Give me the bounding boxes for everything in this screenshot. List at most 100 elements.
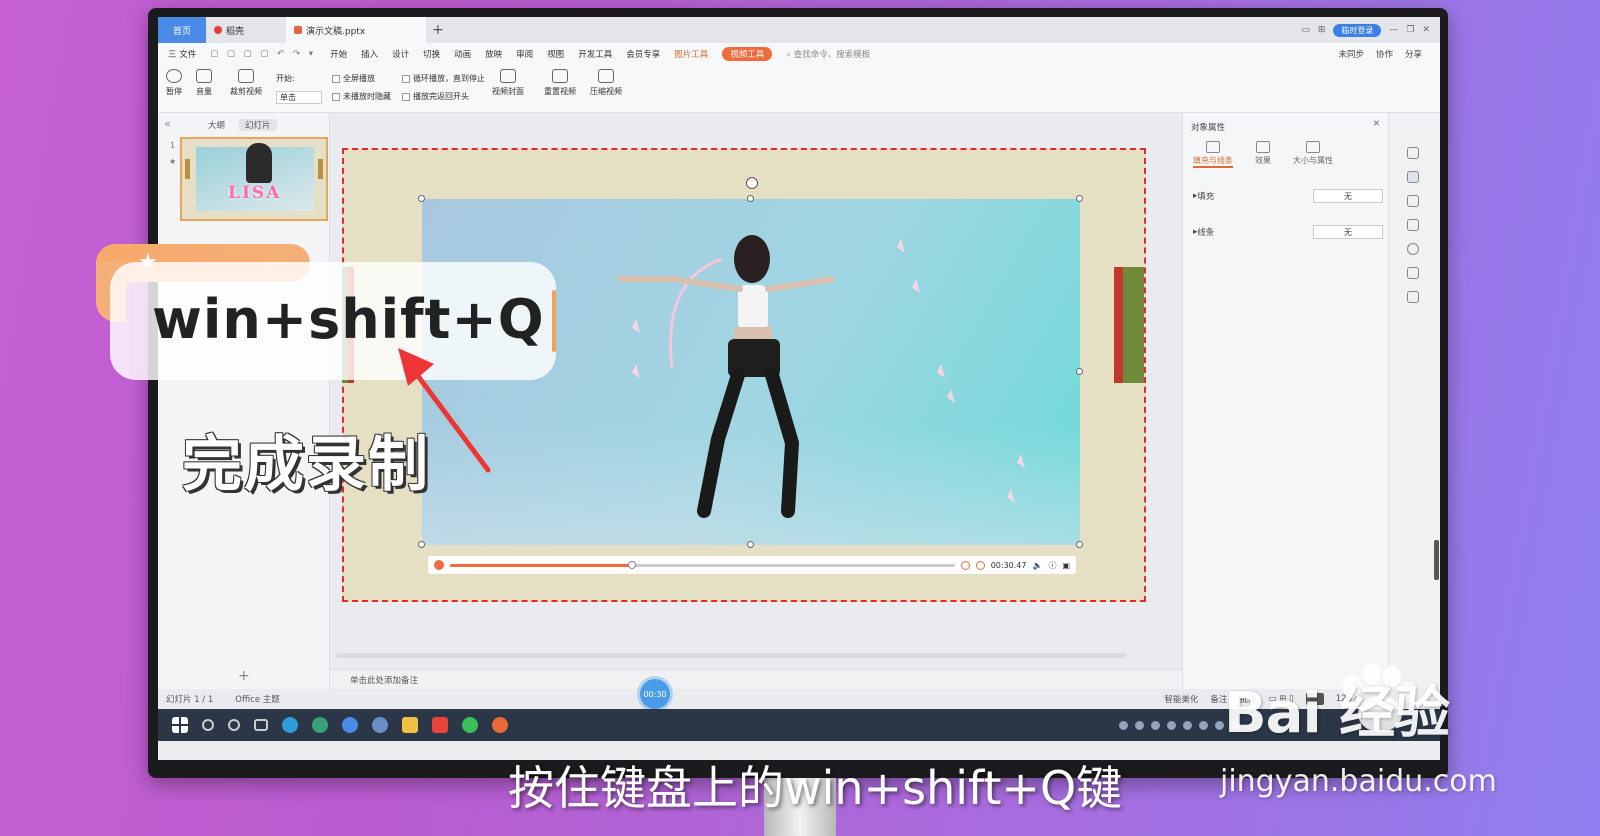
info-icon[interactable]: ⓘ — [1048, 560, 1056, 571]
tab-fill-line[interactable]: 填充与线条 — [1193, 141, 1233, 168]
reset-video-button[interactable]: 重置视频 — [544, 69, 576, 97]
collab-button[interactable]: 协作 — [1376, 48, 1393, 60]
resize-handle[interactable] — [747, 195, 754, 202]
restore-icon[interactable]: ❐ — [1406, 25, 1414, 35]
tray-icon[interactable] — [1151, 720, 1160, 730]
tray-icon[interactable] — [1199, 720, 1208, 730]
forward-icon[interactable] — [975, 560, 985, 570]
resize-handle[interactable] — [418, 195, 425, 202]
menu-item-design[interactable]: 设计 — [392, 48, 409, 60]
tray-icon[interactable] — [1119, 720, 1128, 730]
properties-icon[interactable] — [1407, 171, 1419, 183]
fullscreen-icon[interactable]: ▣ — [1062, 561, 1070, 570]
trim-video-button[interactable]: 裁剪视频 — [230, 69, 262, 97]
globe-icon[interactable] — [372, 717, 388, 733]
command-search[interactable]: ⌕ 查找命令、搜索模板 — [786, 48, 870, 60]
play-pause-icon[interactable] — [434, 560, 444, 570]
reset-icon — [552, 69, 568, 83]
loop-checkbox[interactable]: 循环播放，直到停止 — [402, 73, 485, 84]
tray-icon[interactable] — [1167, 720, 1176, 730]
line-row[interactable]: ▸ 线条无 — [1193, 225, 1383, 239]
wps-icon[interactable] — [432, 717, 448, 733]
location-icon[interactable] — [1407, 291, 1419, 303]
line-label: 线条 — [1197, 228, 1215, 238]
app-icon[interactable] — [492, 717, 508, 733]
video-progress-track[interactable] — [450, 560, 955, 569]
pin-icon[interactable] — [1407, 147, 1419, 159]
menu-picture-tools[interactable]: 图片工具 — [674, 48, 708, 60]
tray-icon[interactable] — [1135, 720, 1144, 730]
sync-button[interactable]: 未同步 — [1338, 48, 1364, 60]
menu-item-developer[interactable]: 开发工具 — [578, 48, 612, 60]
copy-icon[interactable] — [1407, 219, 1419, 231]
help-icon[interactable] — [1407, 243, 1419, 255]
close-panel-icon[interactable]: ✕ — [1373, 119, 1380, 129]
compress-video-button[interactable]: 压缩视频 — [590, 69, 622, 97]
fill-row[interactable]: ▸ 填充无 — [1193, 189, 1383, 203]
rotate-handle-icon[interactable] — [746, 177, 758, 189]
tab-slides[interactable]: 幻灯片 — [239, 119, 277, 131]
volume-button[interactable]: 音量 — [196, 69, 212, 97]
tab-outline[interactable]: 大纲 — [208, 119, 225, 131]
fullscreen-checkbox[interactable]: 全屏播放 — [332, 73, 375, 84]
menu-item-review[interactable]: 审阅 — [516, 48, 533, 60]
windows-start-icon[interactable] — [172, 717, 188, 733]
menu-item-insert[interactable]: 插入 — [361, 48, 378, 60]
search-icon[interactable] — [202, 719, 214, 731]
tab-document[interactable]: 演示文稿.pptx — [286, 17, 426, 43]
recording-timer[interactable]: 00:30 — [640, 679, 670, 709]
video-progress-knob[interactable] — [627, 560, 636, 569]
wechat-icon[interactable] — [462, 717, 478, 733]
tray-icon[interactable] — [1183, 720, 1192, 730]
menu-file[interactable]: 三 文件 — [168, 48, 196, 60]
menu-item-home[interactable]: 开始 — [330, 48, 347, 60]
tab-docer[interactable]: 稻壳 — [206, 17, 286, 43]
menu-item-view[interactable]: 视图 — [547, 48, 564, 60]
menu-video-tools[interactable]: 视频工具 — [722, 47, 773, 61]
resize-handle[interactable] — [1076, 368, 1083, 375]
collapse-panel-icon[interactable]: « — [164, 117, 171, 130]
share-button[interactable]: 分享 — [1405, 48, 1422, 60]
login-button[interactable]: 临时登录 — [1333, 23, 1382, 37]
task-view-icon[interactable] — [254, 719, 268, 731]
grid-icon[interactable]: ⊞ — [1318, 25, 1326, 35]
cortana-icon[interactable] — [228, 719, 240, 731]
resize-handle[interactable] — [747, 541, 754, 548]
video-cover-button[interactable]: 视频封面 — [492, 69, 524, 97]
menu-item-slideshow[interactable]: 放映 — [485, 48, 502, 60]
fill-select[interactable]: 无 — [1313, 189, 1383, 203]
speaker-icon[interactable]: 🔈 — [1032, 561, 1042, 570]
tray-icon[interactable] — [1215, 720, 1224, 730]
ie-icon[interactable] — [342, 717, 358, 733]
new-tab-icon[interactable]: + — [432, 22, 444, 38]
beautify-button[interactable]: 智能美化 — [1164, 693, 1198, 705]
minimize-icon[interactable]: — — [1389, 25, 1398, 35]
tab-size-props[interactable]: 大小与属性 — [1293, 141, 1333, 168]
resize-handle[interactable] — [1076, 541, 1083, 548]
layout-icon[interactable]: ▭ — [1301, 25, 1310, 35]
resize-handle[interactable] — [418, 541, 425, 548]
tab-home[interactable]: 首页 — [158, 17, 206, 43]
slide-thumbnail[interactable]: LISA — [180, 137, 328, 221]
add-slide-button[interactable]: + — [238, 668, 250, 684]
menu-item-animation[interactable]: 动画 — [454, 48, 471, 60]
tab-effects[interactable]: 效果 — [1255, 141, 1271, 168]
close-icon[interactable]: ✕ — [1422, 25, 1430, 35]
browser-icon[interactable] — [282, 717, 298, 733]
rewind-checkbox[interactable]: 播放完返回开头 — [402, 91, 469, 102]
menu-item-member[interactable]: 会员专享 — [626, 48, 660, 60]
resize-handle[interactable] — [1076, 195, 1083, 202]
menu-item-transition[interactable]: 切换 — [423, 48, 440, 60]
effects-icon — [1256, 141, 1270, 153]
animation-icon[interactable] — [1407, 195, 1419, 207]
folder-icon[interactable] — [402, 717, 418, 733]
pause-button[interactable]: 暂停 — [166, 69, 182, 97]
rewind-icon[interactable] — [960, 560, 970, 570]
hide-not-playing-checkbox[interactable]: 未播放时隐藏 — [332, 91, 391, 102]
line-select[interactable]: 无 — [1313, 225, 1383, 239]
horizontal-scrollbar[interactable] — [336, 653, 1126, 658]
start-select[interactable]: 单击 — [276, 91, 322, 104]
tab-bar: 首页 稻壳 演示文稿.pptx + ▭ ⊞ 临时登录 — ❐ ✕ — [158, 17, 1440, 43]
format-icon[interactable] — [1407, 267, 1419, 279]
edge-icon[interactable] — [312, 717, 328, 733]
